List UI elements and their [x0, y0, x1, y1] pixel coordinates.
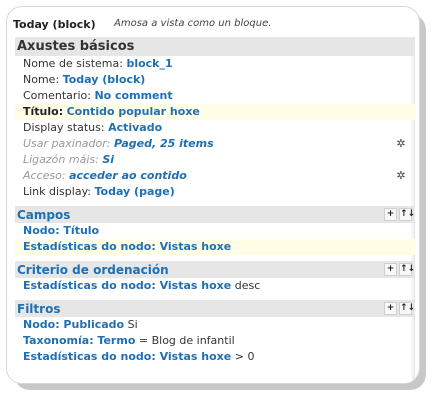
setting-value-link[interactable]: Paged, 25 items — [114, 137, 214, 150]
setting-label: Nome de sistema: — [23, 57, 123, 70]
setting-label: Comentario: — [23, 89, 91, 102]
fields-header: Campos + ↑↓ — [15, 206, 415, 223]
setting-row-access: Acceso: acceder ao contido ✲ — [15, 168, 415, 184]
setting-value-link[interactable]: block_1 — [126, 57, 172, 70]
sort-order-text: desc — [231, 279, 261, 292]
setting-row-comment: Comentario: No comment — [15, 88, 415, 104]
setting-row-pager: Usar paxinador: Paged, 25 items ✲ — [15, 136, 415, 152]
display-description: Amosa a vista como un bloque. — [114, 18, 272, 29]
view-display-panel: Today (block) Amosa a vista como un bloq… — [6, 6, 420, 384]
sort-title: Criterio de ordenación — [17, 263, 169, 277]
setting-row-display-status: Display status: Activado — [15, 120, 415, 136]
field-row: Estadísticas do nodo: Vistas hoxe — [15, 239, 415, 255]
sort-link[interactable]: Estadísticas do nodo: Vistas hoxe — [23, 279, 231, 292]
setting-value-link[interactable]: Contido popular hoxe — [67, 105, 200, 118]
setting-value-link[interactable]: No comment — [94, 89, 172, 102]
setting-value-link[interactable]: Today (block) — [63, 73, 146, 86]
setting-value-link[interactable]: Si — [102, 153, 114, 166]
filter-row: Nodo: Publicado Si — [15, 317, 415, 333]
setting-row-name: Nome: Today (block) — [15, 72, 415, 88]
filter-link[interactable]: Taxonomía: Termo — [23, 334, 135, 347]
setting-value-link[interactable]: acceder ao contido — [69, 169, 187, 182]
rearrange-icon[interactable]: ↑↓ — [399, 263, 415, 276]
setting-row-link-display: Link display: Today (page) — [15, 184, 415, 200]
setting-label: Display status: — [23, 121, 105, 134]
filter-row: Taxonomía: Termo = Blog de infantil — [15, 333, 415, 349]
filter-link[interactable]: Estadísticas do nodo: Vistas hoxe — [23, 350, 231, 363]
setting-row-machine-name: Nome de sistema: block_1 — [15, 56, 415, 72]
add-icon[interactable]: + — [384, 302, 397, 315]
display-name: Today (block) — [13, 18, 96, 31]
add-icon[interactable]: + — [384, 208, 397, 221]
setting-label: Nome: — [23, 73, 60, 86]
setting-row-title: Título: Contido popular hoxe — [15, 104, 415, 120]
filters-title: Filtros — [17, 302, 61, 316]
field-link[interactable]: Nodo: Título — [23, 224, 99, 237]
rearrange-icon[interactable]: ↑↓ — [399, 302, 415, 315]
add-icon[interactable]: + — [384, 263, 397, 276]
fields-title: Campos — [17, 208, 71, 222]
display-header: Today (block) Amosa a vista como un bloq… — [7, 7, 419, 37]
filter-value-text: > 0 — [231, 350, 255, 363]
basic-settings-header: Axustes básicos — [15, 37, 415, 56]
setting-label: Acceso: — [23, 169, 66, 182]
filters-header: Filtros + ↑↓ — [15, 300, 415, 317]
filter-link[interactable]: Nodo: Publicado — [23, 318, 124, 331]
setting-row-more-link: Ligazón máis: Si — [15, 152, 415, 168]
setting-label: Usar paxinador: — [23, 137, 111, 150]
field-link[interactable]: Estadísticas do nodo: Vistas hoxe — [23, 240, 231, 253]
gear-icon[interactable]: ✲ — [395, 138, 407, 150]
setting-value-link[interactable]: Activado — [108, 121, 162, 134]
filter-row: Estadísticas do nodo: Vistas hoxe > 0 — [15, 349, 415, 365]
sort-header: Criterio de ordenación + ↑↓ — [15, 261, 415, 278]
setting-label: Link display: — [23, 185, 91, 198]
setting-label: Ligazón máis: — [23, 153, 99, 166]
basic-settings-title: Axustes básicos — [17, 39, 135, 54]
rearrange-icon[interactable]: ↑↓ — [399, 208, 415, 221]
setting-label: Título: — [23, 105, 64, 118]
filter-value-text: Si — [124, 318, 138, 331]
gear-icon[interactable]: ✲ — [395, 170, 407, 182]
field-row: Nodo: Título — [15, 223, 415, 239]
setting-value-link[interactable]: Today (page) — [95, 185, 175, 198]
sort-row: Estadísticas do nodo: Vistas hoxe desc — [15, 278, 415, 294]
settings-area: Axustes básicos Nome de sistema: block_1… — [15, 37, 415, 383]
filter-value-text: = Blog de infantil — [135, 334, 235, 347]
